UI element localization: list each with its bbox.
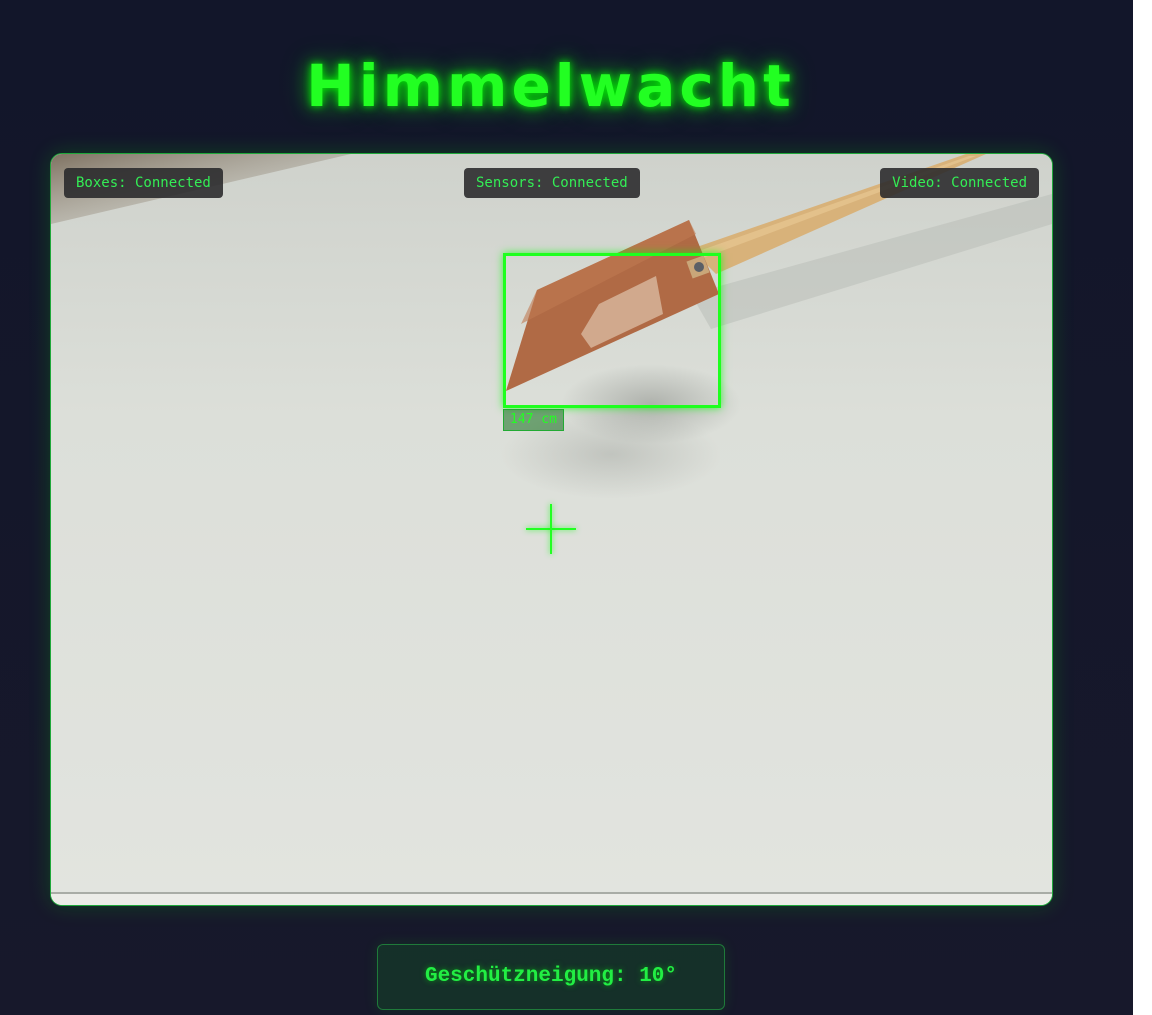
crosshair-vertical (550, 504, 552, 554)
video-feed[interactable]: Boxes: Connected Sensors: Connected Vide… (50, 153, 1053, 906)
detection-bounding-box (503, 253, 721, 408)
tilt-readout: Geschützneigung: 10° (377, 944, 725, 1010)
page-title: Himmelwacht (306, 52, 795, 120)
crosshair-icon (526, 504, 576, 554)
distance-label: 147 cm (503, 409, 564, 431)
status-video: Video: Connected (880, 168, 1039, 198)
right-edge-strip (1133, 0, 1152, 1015)
status-boxes: Boxes: Connected (64, 168, 223, 198)
status-sensors: Sensors: Connected (464, 168, 640, 198)
